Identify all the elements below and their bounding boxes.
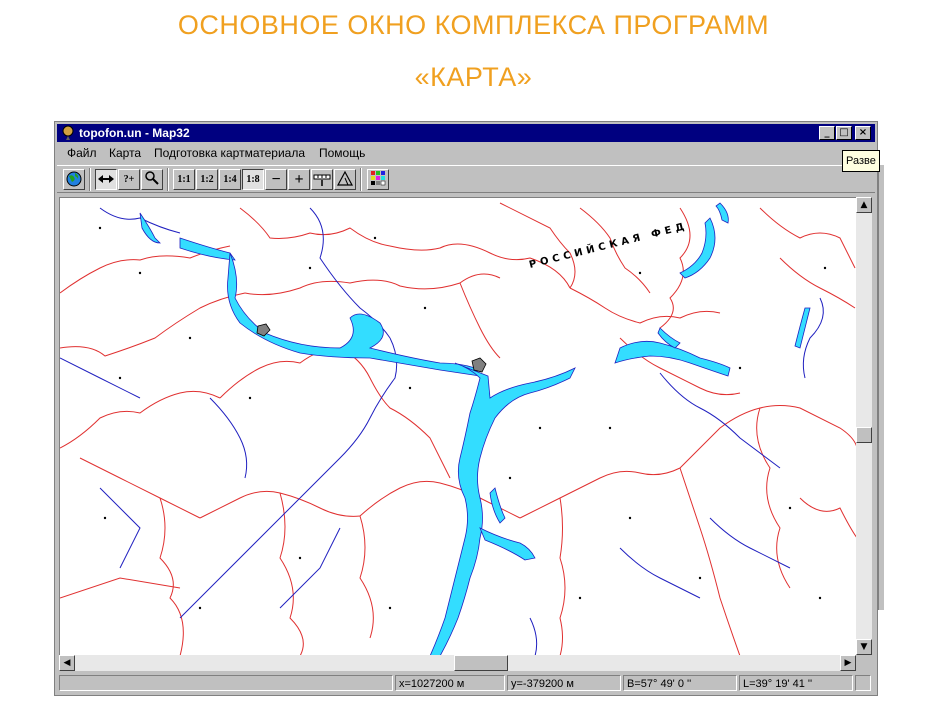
window-titlebar[interactable]: topofon.un - Map32 _ □ × (57, 124, 875, 142)
scroll-right-button[interactable]: ▶ (840, 655, 856, 671)
triangle-icon (336, 170, 354, 186)
measure-button[interactable] (95, 169, 117, 190)
zoom-out-button[interactable]: − (265, 169, 287, 190)
scale-ruler-icon (313, 174, 331, 186)
horizontal-scrollbar[interactable]: ◀ ▶ (59, 655, 856, 671)
app-icon (62, 125, 74, 140)
scroll-left-button[interactable]: ◀ (59, 655, 75, 671)
menu-bar: Файл Карта Подготовка картматериала Помо… (57, 143, 875, 163)
palette-button[interactable] (367, 169, 389, 190)
status-bar: x=1027200 м y=-379200 м B=57° 49' 0 '' L… (57, 673, 875, 693)
magnifier-icon (145, 171, 159, 185)
status-grip (855, 675, 871, 691)
app-window: topofon.un - Map32 _ □ × Файл Карта Подг… (54, 121, 878, 696)
maximize-button[interactable]: □ (836, 126, 852, 140)
window-title: topofon.un - Map32 (79, 126, 190, 140)
scale-1-2-button[interactable]: 1:2 (196, 169, 218, 190)
scroll-up-button[interactable]: ▲ (856, 197, 872, 213)
measure-arrows-icon (98, 175, 114, 183)
zoom-search-button[interactable] (141, 169, 163, 190)
scale-1-4-button[interactable]: 1:4 (219, 169, 241, 190)
scroll-down-button[interactable]: ▼ (856, 639, 872, 655)
menu-prepare[interactable]: Подготовка картматериала (154, 143, 305, 163)
palette-grid-icon (371, 171, 386, 186)
minimize-button[interactable]: _ (819, 126, 835, 140)
zoom-in-button[interactable]: + (288, 169, 310, 190)
scale-ruler-button[interactable] (311, 169, 333, 190)
menu-file[interactable]: Файл (67, 143, 97, 163)
triangle-button[interactable] (334, 169, 356, 190)
toolbar: ?+ 1:1 1:2 1:4 1:8 − + (57, 165, 875, 193)
vertical-scroll-thumb[interactable] (856, 427, 872, 443)
status-empty (59, 675, 393, 691)
query-add-button[interactable]: ?+ (118, 169, 140, 190)
menu-map[interactable]: Карта (109, 143, 141, 163)
toolbar-separator (360, 168, 362, 191)
vertical-scrollbar[interactable]: ▲ ▼ (856, 197, 872, 655)
status-latitude: B=57° 49' 0 '' (623, 675, 737, 691)
map-canvas[interactable]: РОССИЙСКАЯ ФЕД (59, 197, 856, 655)
status-longitude: L=39° 19' 41 '' (739, 675, 853, 691)
toolbar-separator (167, 168, 169, 191)
slide-subtitle: «КАРТА» (414, 62, 533, 92)
horizontal-scroll-thumb[interactable] (454, 655, 508, 671)
globe-icon (66, 171, 82, 187)
menu-help[interactable]: Помощь (319, 143, 365, 163)
scale-1-1-button[interactable]: 1:1 (173, 169, 195, 190)
toolbar-separator (89, 168, 91, 191)
map-country-label: РОССИЙСКАЯ ФЕД (528, 219, 690, 271)
tooltip: Разве (842, 150, 880, 172)
status-y: y=-379200 м (507, 675, 621, 691)
scale-1-8-button[interactable]: 1:8 (242, 169, 264, 190)
status-x: x=1027200 м (395, 675, 505, 691)
river-lines (60, 207, 824, 655)
slide-title: ОСНОВНОЕ ОКНО КОМПЛЕКСА ПРОГРАММ (177, 10, 770, 40)
water-bodies (139, 202, 811, 655)
close-button[interactable]: × (855, 126, 871, 140)
globe-button[interactable] (63, 169, 85, 190)
background-window-edge (878, 165, 884, 610)
map-drawing: РОССИЙСКАЯ ФЕД (60, 202, 856, 655)
